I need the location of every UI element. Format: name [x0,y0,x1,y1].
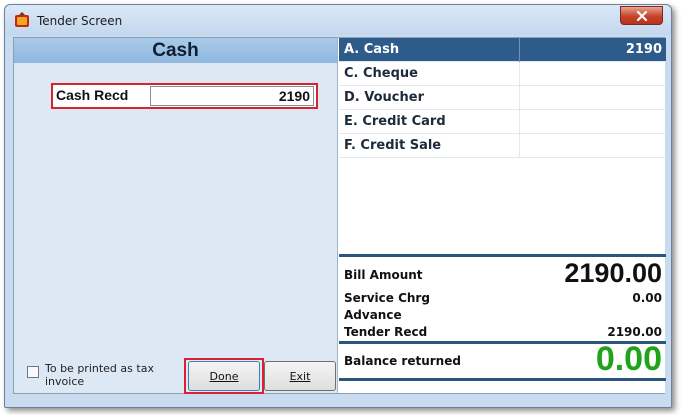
cash-recd-group: Cash Recd 2190 [51,83,318,109]
tender-recd-label: Tender Recd [344,325,428,339]
balance-returned-label: Balance returned [344,354,461,368]
advance-label: Advance [344,308,402,322]
done-button-label: Done [209,369,239,383]
column-divider [519,38,520,62]
tender-row-voucher[interactable]: D. Voucher [339,86,666,110]
column-divider [519,86,520,110]
column-divider [519,134,520,158]
bill-amount-label: Bill Amount [344,268,423,282]
summary-divider-top [339,254,666,257]
close-button[interactable] [620,6,663,25]
tender-summary-panel: A. Cash 2190 C. Cheque D. Voucher E. Cre… [339,38,666,393]
column-divider [519,62,520,86]
window-title: Tender Screen [37,14,123,28]
tender-row-credit-card[interactable]: E. Credit Card [339,110,666,134]
tender-label: D. Voucher [344,90,424,105]
exit-button[interactable]: Exit [264,361,336,391]
close-icon [636,10,647,21]
app-icon [15,12,29,27]
tender-label: A. Cash [344,42,400,57]
tender-recd-value: 2190.00 [607,325,662,339]
service-chrg-value: 0.00 [632,291,662,305]
exit-button-label: Exit [289,369,311,383]
tender-label: F. Credit Sale [344,138,442,153]
cash-recd-input[interactable]: 2190 [150,86,314,106]
cash-recd-label: Cash Recd [56,87,129,103]
balance-returned-value: 0.00 [595,340,662,378]
tender-label: E. Credit Card [344,114,446,129]
tender-label: C. Cheque [344,66,418,81]
tax-invoice-label: To be printed as tax invoice [45,362,154,388]
service-chrg-label: Service Chrg [344,291,430,305]
tender-row-cash[interactable]: A. Cash 2190 [339,38,666,62]
tax-invoice-checkbox[interactable] [27,366,39,378]
tender-window: Tender Screen Cash Cash Recd 2190 To be … [4,4,672,408]
client-area: Cash Cash Recd 2190 To be printed as tax… [13,37,666,394]
tender-amount: 2190 [625,42,662,57]
tender-row-cheque[interactable]: C. Cheque [339,62,666,86]
bill-amount-value: 2190.00 [564,258,662,288]
done-button[interactable]: Done [188,361,260,391]
column-divider [519,110,520,134]
tender-row-credit-sale[interactable]: F. Credit Sale [339,134,666,158]
title-bar[interactable]: Tender Screen [5,5,671,35]
summary-divider-bottom [339,378,666,381]
payment-mode-header: Cash [14,38,337,63]
payment-entry-panel: Cash Cash Recd 2190 To be printed as tax… [14,38,338,394]
